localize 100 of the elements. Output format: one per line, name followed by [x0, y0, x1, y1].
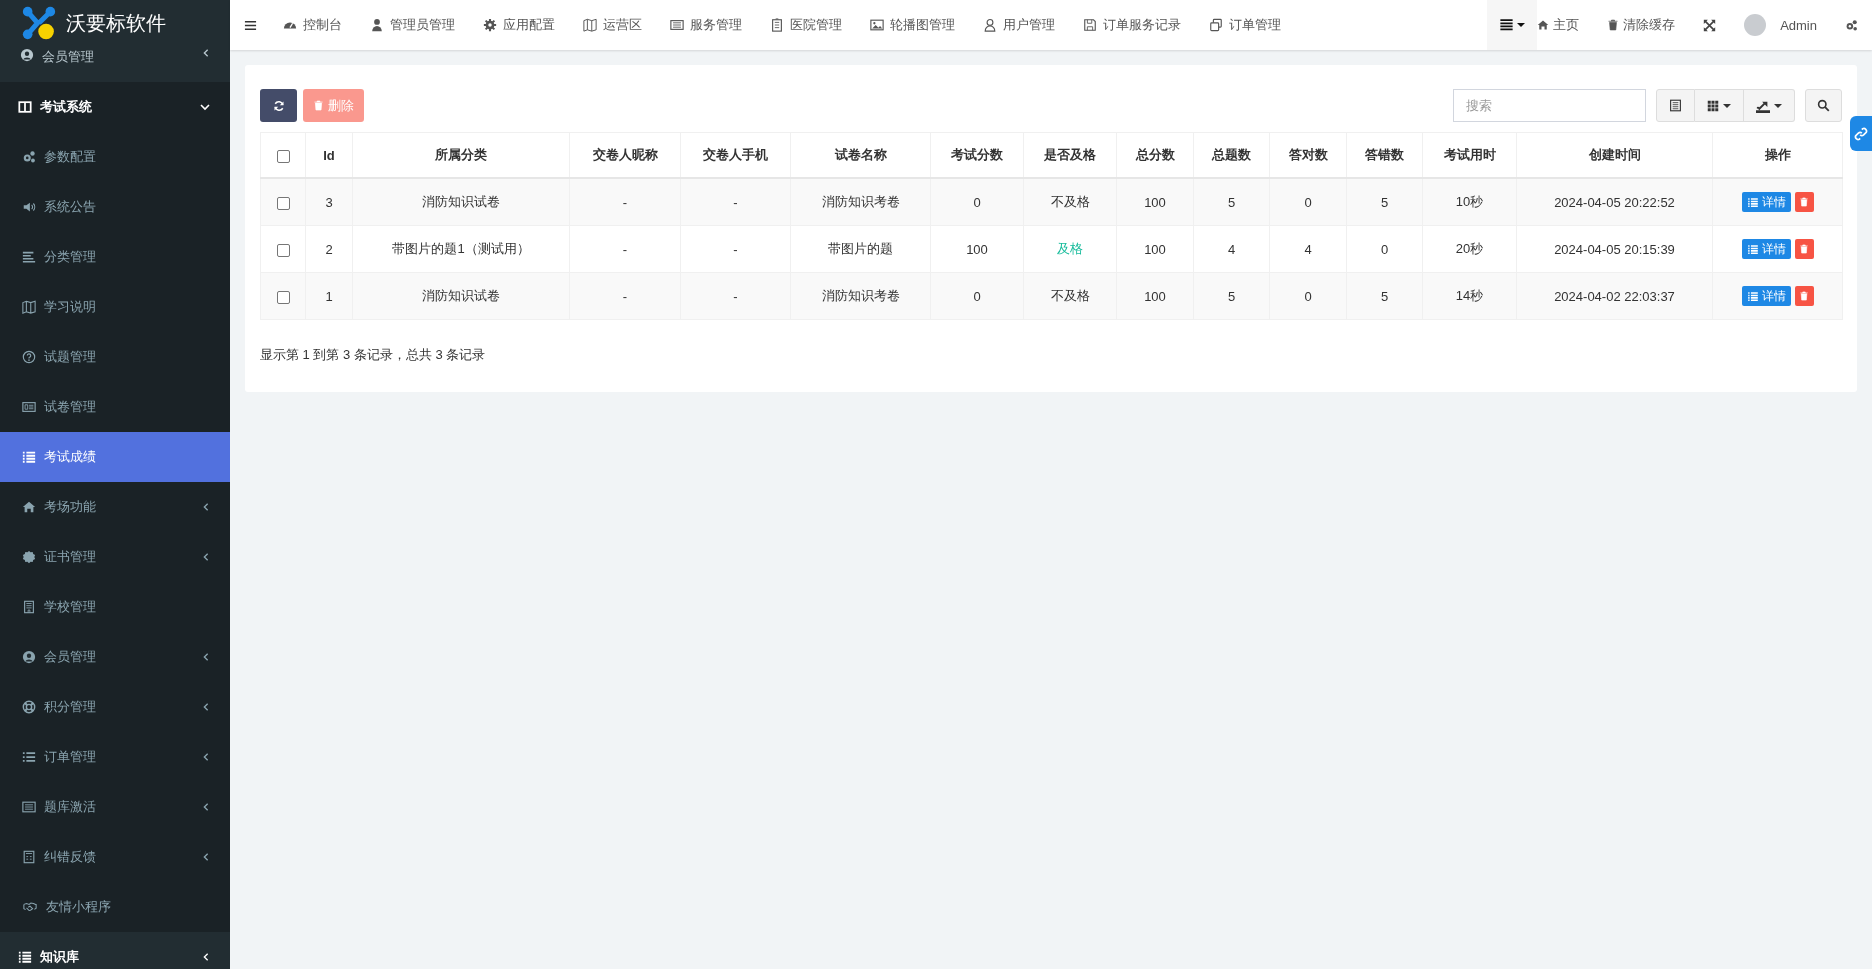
user-icon	[370, 18, 384, 32]
nav-link[interactable]: 医院管理	[756, 0, 856, 50]
sidebar-item[interactable]: 学校管理	[0, 582, 230, 632]
table-cell: 100	[1116, 272, 1194, 320]
card-icon	[22, 800, 36, 814]
columns-button[interactable]	[1695, 89, 1744, 122]
table-cell: -	[569, 272, 681, 320]
sidebar-item[interactable]: 试题管理	[0, 332, 230, 382]
caret-icon	[1517, 23, 1526, 27]
table-cell: 2024-04-05 20:22:52	[1516, 178, 1713, 226]
select-all-checkbox[interactable]	[276, 149, 290, 163]
nav-link[interactable]: 轮播图管理	[856, 0, 969, 50]
table-cell: 2024-04-05 20:15:39	[1516, 225, 1713, 273]
table-cell: 2024-04-02 22:03:37	[1516, 272, 1713, 320]
nav-link[interactable]: 订单服务记录	[1069, 0, 1195, 50]
sidebar-item[interactable]: 参数配置	[0, 132, 230, 182]
table-cell: 0	[1269, 272, 1347, 320]
delete-row-button[interactable]	[1794, 239, 1814, 259]
table-cell: 10秒	[1422, 178, 1517, 226]
trash-icon	[1799, 291, 1809, 301]
avatar	[1744, 14, 1767, 36]
clear-cache-link[interactable]: 清除缓存	[1593, 0, 1690, 50]
search-button[interactable]	[1805, 89, 1842, 122]
detail-button[interactable]: 详情	[1741, 286, 1791, 306]
user-menu[interactable]: Admin	[1730, 0, 1831, 50]
list-icon	[22, 750, 36, 764]
table-cell: 4	[1269, 225, 1347, 273]
list-icon	[18, 950, 32, 964]
table-cell: 0	[1346, 225, 1423, 273]
search-icon	[1817, 99, 1830, 112]
table-cell: 0	[930, 272, 1024, 320]
sidebar-item[interactable]: 考场功能	[0, 482, 230, 532]
list-icon	[1746, 196, 1759, 208]
question-circle-icon	[22, 350, 36, 364]
sidebar-item[interactable]: 学习说明	[0, 282, 230, 332]
nav-link[interactable]: 用户管理	[969, 0, 1069, 50]
table-cell: 0	[930, 178, 1024, 226]
expand-arrows-icon	[1703, 18, 1717, 32]
table-cell: 不及格	[1023, 272, 1117, 320]
list-icon	[1746, 290, 1759, 302]
sidebar-item[interactable]: 知识库	[0, 932, 230, 969]
row-checkbox[interactable]	[276, 290, 290, 304]
chevron-left-icon	[202, 502, 210, 512]
nav-link[interactable]: 控制台	[269, 0, 356, 50]
table-cell: -	[680, 225, 791, 273]
floating-link-tab[interactable]	[1850, 116, 1872, 151]
detail-button[interactable]: 详情	[1741, 192, 1791, 212]
sidebar-item[interactable]: 分类管理	[0, 232, 230, 282]
floppy-icon	[1083, 18, 1097, 32]
table-cell: 1	[305, 272, 353, 320]
image-icon	[870, 18, 884, 32]
sidebar-item[interactable]: 纠错反馈	[0, 832, 230, 882]
nav-link[interactable]: 服务管理	[656, 0, 756, 50]
export-button[interactable]	[1744, 89, 1795, 122]
sidebar-item[interactable]: 题库激活	[0, 782, 230, 832]
sidebar-item[interactable]: 友情小程序	[0, 882, 230, 932]
list-icon	[1499, 18, 1515, 32]
sidebar-item[interactable]: 试卷管理	[0, 382, 230, 432]
pagination-summary: 显示第 1 到第 3 条记录，总共 3 条记录	[260, 346, 487, 364]
trash-icon	[1607, 19, 1620, 31]
refresh-button[interactable]	[260, 89, 297, 122]
sidebar-item[interactable]: 积分管理	[0, 682, 230, 732]
home-link[interactable]: 主页	[1537, 0, 1594, 50]
home-icon	[22, 500, 36, 514]
nav-link[interactable]: 订单管理	[1195, 0, 1295, 50]
list-menu-button[interactable]	[1487, 0, 1538, 50]
nav-link[interactable]: 应用配置	[469, 0, 569, 50]
settings-icon	[1845, 18, 1858, 32]
chevron-left-icon	[202, 952, 210, 962]
user-circle-icon	[20, 48, 34, 62]
table-cell: -	[680, 272, 791, 320]
user-outline-icon	[983, 18, 997, 32]
detail-button[interactable]: 详情	[1741, 239, 1791, 259]
sidebar-item[interactable]: 考试系统	[0, 82, 230, 132]
nav-link[interactable]: 运营区	[569, 0, 656, 50]
row-checkbox[interactable]	[276, 196, 290, 210]
table-cell: 2	[305, 225, 353, 273]
sidebar-item[interactable]: 证书管理	[0, 532, 230, 582]
caret-icon	[1723, 103, 1731, 108]
life-ring-icon	[22, 700, 36, 714]
search-field[interactable]: 搜索	[1453, 89, 1646, 122]
delete-row-button[interactable]	[1794, 192, 1814, 212]
table-cell: 100	[930, 225, 1024, 273]
table-cell: 20秒	[1422, 225, 1517, 273]
gear-icon	[483, 18, 497, 32]
sidebar-item[interactable]: 订单管理	[0, 732, 230, 782]
newspaper-icon	[22, 400, 36, 414]
nav-link[interactable]: 管理员管理	[356, 0, 469, 50]
sidebar-item[interactable]: 考试成绩	[0, 432, 230, 482]
delete-row-button[interactable]	[1794, 286, 1814, 306]
chevron-left-icon	[202, 852, 210, 862]
row-checkbox[interactable]	[276, 243, 290, 257]
caret-icon	[1774, 103, 1782, 108]
sidebar-item[interactable]: 系统公告	[0, 182, 230, 232]
toggle-view-button[interactable]	[1656, 89, 1695, 122]
sidebar-item[interactable]: 会员管理	[0, 632, 230, 682]
list-icon	[22, 450, 36, 464]
table-cell: 消防知识试卷	[352, 178, 570, 226]
logo-icon	[22, 6, 56, 40]
map-icon	[583, 18, 597, 32]
